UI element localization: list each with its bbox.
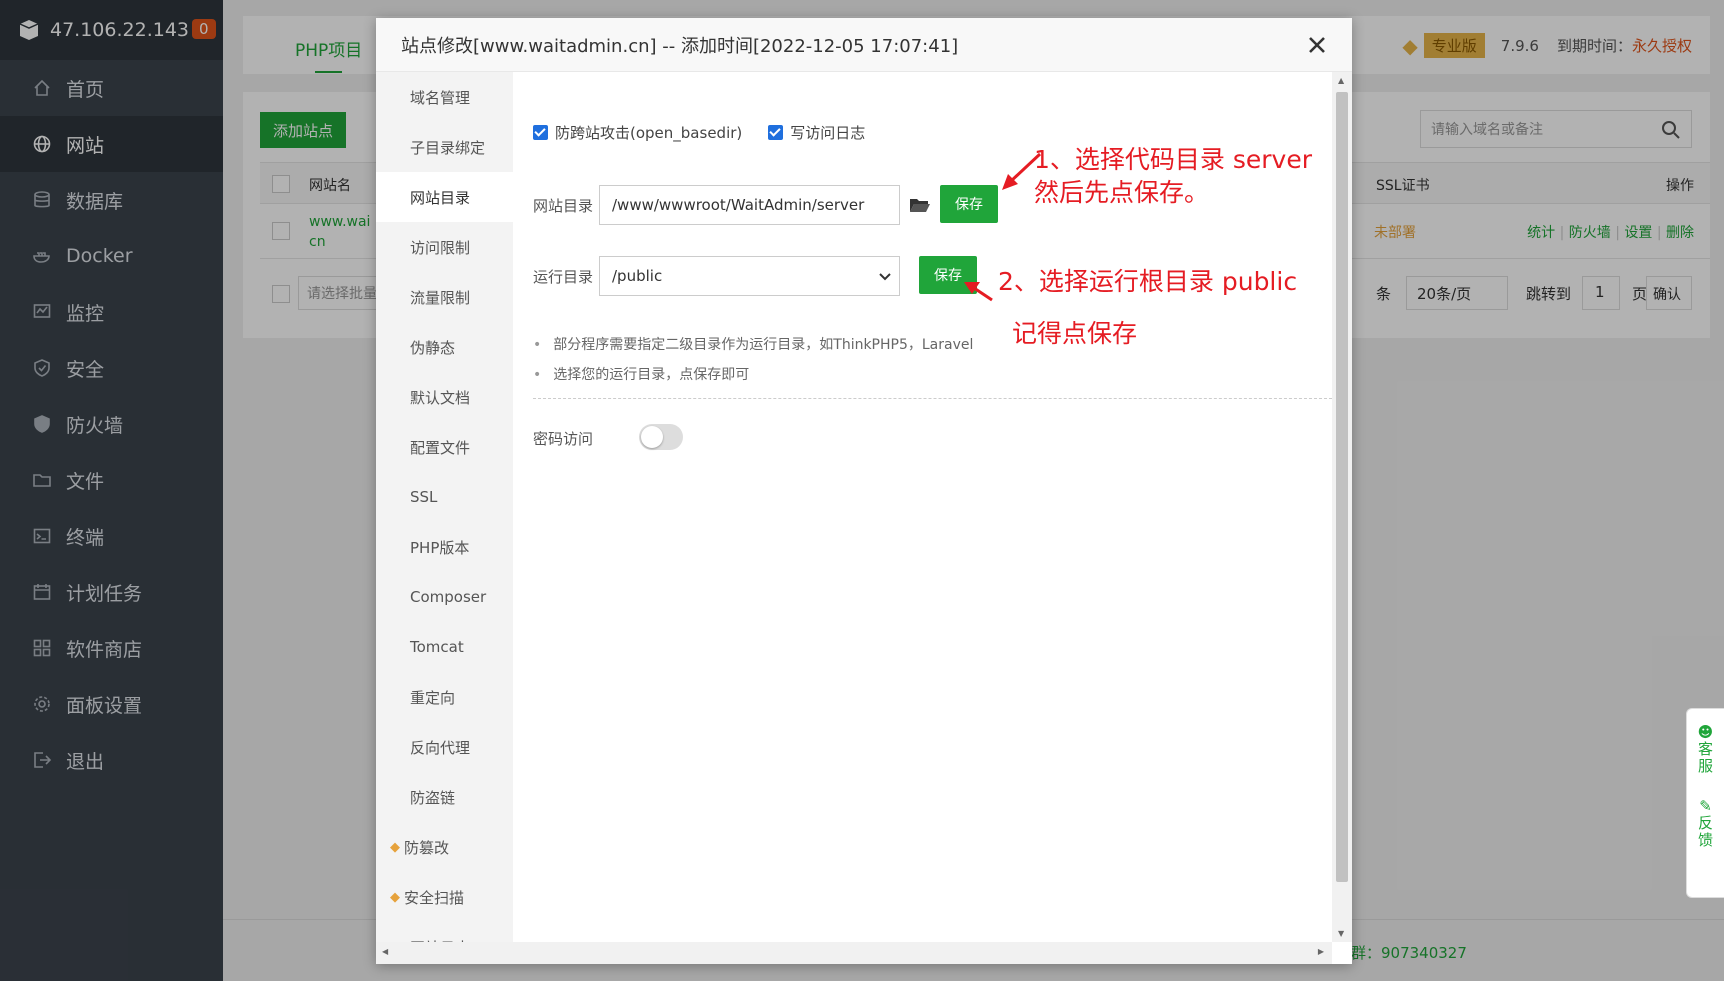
hint-secondary-dir: 部分程序需要指定二级目录作为运行目录，如ThinkPHP5，Laravel (533, 334, 973, 354)
dialog-nav-item-7[interactable]: 配置文件 (376, 422, 513, 472)
open-basedir-checkbox[interactable] (533, 125, 548, 140)
dialog-nav-item-8[interactable]: SSL (376, 472, 513, 522)
scroll-thumb[interactable] (1336, 92, 1348, 882)
dialog-nav-item-0[interactable]: 域名管理 (376, 72, 513, 122)
dialog-nav-label: PHP版本 (410, 538, 470, 557)
dialog-nav-item-13[interactable]: 反向代理 (376, 722, 513, 772)
dialog-nav-label: 流量限制 (410, 288, 471, 307)
dialog-nav-item-16[interactable]: ◆ 安全扫描 (376, 872, 513, 922)
scroll-left-icon[interactable]: ◀ (382, 947, 388, 956)
dialog-nav-item-15[interactable]: ◆ 防篡改 (376, 822, 513, 872)
dialog-nav-label: 网站目录 (410, 188, 471, 207)
scroll-right-icon[interactable]: ▶ (1318, 947, 1324, 956)
dialog-nav-item-17[interactable]: 网站日志 (376, 922, 513, 943)
annotation-step-2-line-1: 2、选择运行根目录 public (998, 267, 1298, 296)
access-log-label: 写访问日志 (790, 124, 866, 142)
run-dir-label: 运行目录 (533, 268, 594, 286)
chevron-down-icon (879, 273, 891, 281)
save-site-dir-button[interactable]: 保存 (940, 185, 998, 223)
dialog-nav-item-11[interactable]: Tomcat (376, 622, 513, 672)
annotation-step-1-line-1: 1、选择代码目录 server (1034, 145, 1312, 174)
password-access-toggle[interactable] (639, 424, 683, 450)
edit-icon: ✎ (1699, 797, 1712, 815)
dialog-nav-label: 伪静态 (410, 338, 456, 357)
annotation-step-1-line-2: 然后先点保存。 (1034, 178, 1210, 207)
floating-help: ☻ 客服 ✎ 反馈 (1686, 708, 1724, 898)
dialog-nav-label: 反向代理 (410, 738, 471, 757)
dialog-nav-label: 访问限制 (410, 238, 471, 257)
close-button[interactable] (1304, 32, 1330, 58)
run-dir-value: /public (612, 267, 663, 285)
dialog-nav-item-10[interactable]: Composer (376, 572, 513, 622)
hint-select-run-dir: 选择您的运行目录，点保存即可 (533, 364, 749, 384)
password-access-label: 密码访问 (533, 430, 594, 448)
dialog-nav-label: 重定向 (410, 688, 456, 707)
dialog-nav-label: 域名管理 (410, 88, 471, 107)
customer-service-button[interactable]: ☻ 客服 (1687, 709, 1724, 775)
feedback-label: 反馈 (1697, 814, 1713, 849)
horizontal-scrollbar[interactable]: ◀ ▶ (376, 942, 1332, 964)
folder-open-icon[interactable] (909, 196, 931, 214)
annotation-arrow-2 (964, 282, 993, 302)
dialog-nav-item-14[interactable]: 防盗链 (376, 772, 513, 822)
close-icon (1309, 37, 1325, 53)
service-label: 客服 (1697, 740, 1713, 775)
access-log-checkbox[interactable] (768, 125, 784, 140)
service-icon: ☻ (1697, 723, 1714, 741)
dialog-nav-item-12[interactable]: 重定向 (376, 672, 513, 722)
dialog-nav-item-4[interactable]: 流量限制 (376, 272, 513, 322)
site-dir-input[interactable]: /www/wwwroot/WaitAdmin/server (599, 185, 900, 225)
dialog-nav: 域名管理子目录绑定网站目录访问限制流量限制伪静态默认文档配置文件 SSL PHP版本… (376, 72, 513, 942)
diamond-icon: ◆ (390, 839, 400, 855)
dialog-nav-label: 子目录绑定 (410, 138, 486, 157)
vertical-scrollbar[interactable]: ▲ ▼ (1332, 72, 1352, 942)
scroll-up-icon[interactable]: ▲ (1338, 76, 1344, 85)
dialog-nav-item-1[interactable]: 子目录绑定 (376, 122, 513, 172)
divider (533, 398, 1332, 399)
dialog-title: 站点修改[www.waitadmin.cn] -- 添加时间[2022-12-0… (376, 18, 1352, 72)
dialog-nav-label: Tomcat (410, 638, 464, 656)
annotation-step-2-line-2: 记得点保存 (1012, 319, 1138, 348)
dialog-nav-label: 配置文件 (410, 438, 471, 457)
site-dir-label: 网站目录 (533, 197, 594, 215)
dialog-nav-item-3[interactable]: 访问限制 (376, 222, 513, 272)
checkbox-row: 防跨站攻击(open_basedir) 写访问日志 (533, 122, 865, 143)
feedback-button[interactable]: ✎ 反馈 (1687, 775, 1724, 849)
diamond-icon: ◆ (390, 889, 400, 905)
dialog-content: 防跨站攻击(open_basedir) 写访问日志 网站目录 /www/wwwr… (513, 72, 1332, 942)
dialog-nav-label: 防盗链 (410, 788, 456, 807)
dialog-nav-label: 默认文档 (410, 388, 471, 407)
dialog-nav-item-2[interactable]: 网站目录 (376, 172, 513, 222)
dialog-nav-label: Composer (410, 588, 487, 606)
dialog-nav-label: 防篡改 (404, 838, 450, 857)
dialog-nav-label: 安全扫描 (404, 888, 465, 907)
run-dir-select[interactable]: /public (599, 256, 900, 296)
dialog-nav-item-6[interactable]: 默认文档 (376, 372, 513, 422)
scroll-down-icon[interactable]: ▼ (1338, 929, 1344, 938)
dialog-nav-item-5[interactable]: 伪静态 (376, 322, 513, 372)
dialog-nav-item-9[interactable]: PHP版本 (376, 522, 513, 572)
dialog-nav-label: SSL (410, 488, 438, 506)
open-basedir-label: 防跨站攻击(open_basedir) (555, 124, 743, 142)
